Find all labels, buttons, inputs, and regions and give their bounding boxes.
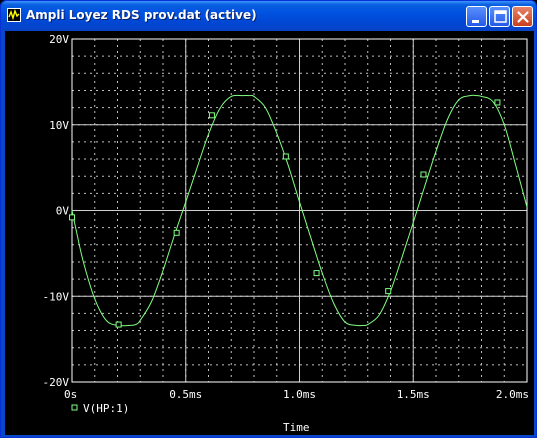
- maximize-button[interactable]: [489, 6, 510, 27]
- close-icon: [517, 11, 529, 23]
- waveform-chart[interactable]: 20V10V0V-10V-20V0s 0.5ms 1.0ms 1.5ms 2.0ms V…: [5, 31, 534, 435]
- probe-app-icon: [7, 8, 21, 22]
- title-bar[interactable]: Ampli Loyez RDS prov.dat (active): [1, 1, 536, 31]
- x-tick-label: 2.0ms: [496, 388, 529, 401]
- series-marker: [115, 321, 122, 328]
- y-tick-label: 10V: [49, 119, 69, 132]
- minimize-button[interactable]: [466, 6, 487, 27]
- series-marker: [69, 214, 75, 221]
- series-marker: [385, 288, 392, 295]
- y-tick-label: 0V: [56, 205, 70, 218]
- legend-marker-icon: [71, 404, 78, 411]
- series-marker: [208, 112, 215, 119]
- series-marker: [313, 270, 320, 277]
- y-tick-label: 20V: [49, 33, 69, 46]
- minimize-icon: [472, 20, 479, 23]
- x-tick-label: 0s: [64, 388, 77, 401]
- y-tick-label: -10V: [43, 290, 70, 303]
- x-tick-label: 1.5ms: [397, 388, 430, 401]
- probe-window: Ampli Loyez RDS prov.dat (active) 20V 10V…: [0, 0, 537, 438]
- series-marker: [173, 229, 180, 236]
- series-marker: [494, 99, 501, 106]
- series-marker: [420, 171, 427, 178]
- x-axis-title: Time: [283, 421, 310, 434]
- series-marker: [282, 153, 289, 160]
- window-title: Ampli Loyez RDS prov.dat (active): [26, 8, 257, 22]
- legend-series-label: V(HP:1): [83, 402, 129, 415]
- close-button[interactable]: [512, 6, 533, 27]
- maximize-icon: [494, 10, 507, 23]
- plot-area[interactable]: 20V 10V 0V -10V -20V 0s 0.5ms 1.0ms 1.5ms 2.0ms V…: [5, 31, 534, 435]
- x-tick-label: 0.5ms: [169, 388, 202, 401]
- x-tick-label: 1.0ms: [283, 388, 316, 401]
